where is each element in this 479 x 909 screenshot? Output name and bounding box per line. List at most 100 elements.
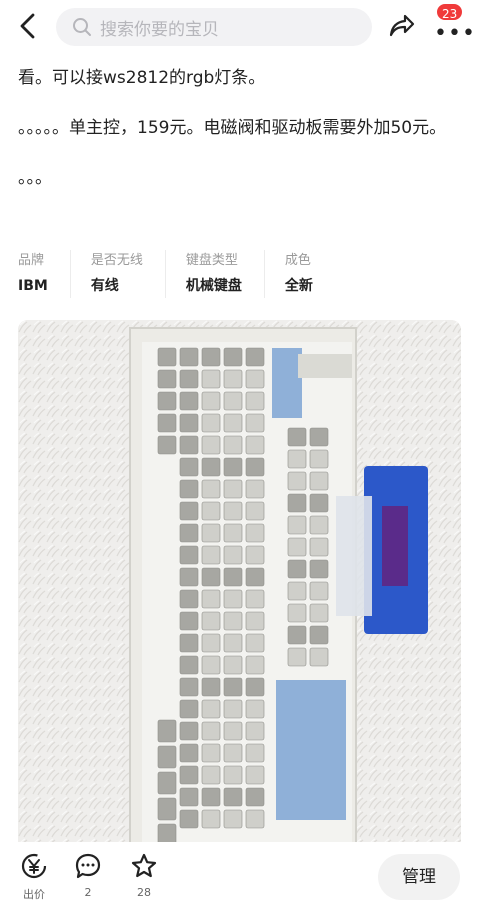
keycap bbox=[179, 457, 199, 477]
keycap bbox=[201, 809, 221, 829]
keycap bbox=[179, 567, 199, 587]
keycap bbox=[201, 545, 221, 565]
keycap bbox=[179, 677, 199, 697]
keycap bbox=[245, 369, 265, 389]
keycap bbox=[287, 581, 307, 601]
attribute-key: 键盘类型 bbox=[185, 253, 238, 268]
keycap bbox=[179, 545, 199, 565]
favorite-button[interactable]: 28 bbox=[124, 852, 164, 899]
keycap bbox=[179, 413, 199, 433]
keycap bbox=[223, 479, 243, 499]
keycap bbox=[223, 435, 243, 455]
item-attributes: 品牌 IBM 是否无线 有线 键盘类型 机械键盘 成色 全新 bbox=[18, 250, 355, 300]
yen-offer-icon bbox=[21, 853, 47, 879]
keycap bbox=[245, 655, 265, 675]
keycap bbox=[223, 391, 243, 411]
search-input[interactable]: 搜索你要的宝贝 bbox=[56, 8, 372, 46]
more-icon: ••• bbox=[434, 21, 476, 46]
keycap bbox=[157, 391, 177, 411]
keycap bbox=[201, 765, 221, 785]
keycap bbox=[201, 391, 221, 411]
keycap bbox=[245, 765, 265, 785]
product-photo[interactable] bbox=[18, 320, 461, 880]
keycap bbox=[245, 787, 265, 807]
keycap bbox=[309, 471, 329, 491]
keycap bbox=[179, 743, 199, 763]
attribute-value: 有线 bbox=[90, 278, 119, 294]
keycap bbox=[223, 787, 243, 807]
mounting-rail bbox=[298, 354, 352, 378]
keycap bbox=[309, 515, 329, 535]
star-icon bbox=[131, 853, 157, 878]
keycap bbox=[179, 435, 199, 455]
attribute-value: 机械键盘 bbox=[185, 278, 242, 294]
keycap bbox=[201, 479, 221, 499]
manage-button[interactable]: 管理 bbox=[378, 854, 460, 900]
chevron-left-icon bbox=[20, 13, 35, 39]
keycap bbox=[309, 493, 329, 513]
keycap bbox=[245, 435, 265, 455]
attribute-key: 成色 bbox=[284, 253, 311, 268]
keycap bbox=[309, 603, 329, 623]
keycap bbox=[245, 743, 265, 763]
keycap bbox=[309, 427, 329, 447]
keycap bbox=[245, 413, 265, 433]
description-line-1: 看。可以接ws2812的rgb灯条。 bbox=[18, 68, 266, 88]
back-button[interactable] bbox=[12, 8, 44, 44]
keycap bbox=[245, 633, 265, 653]
keycap bbox=[287, 449, 307, 469]
attribute-value: 全新 bbox=[284, 278, 313, 294]
favorite-count: 28 bbox=[137, 886, 151, 899]
comment-button[interactable]: 2 bbox=[68, 852, 108, 899]
keycap bbox=[223, 655, 243, 675]
offer-button[interactable]: 出价 bbox=[14, 852, 54, 902]
keycap bbox=[245, 721, 265, 741]
keycap bbox=[179, 611, 199, 631]
solenoid-strip bbox=[272, 348, 302, 418]
keycap bbox=[201, 347, 221, 367]
keycap bbox=[201, 457, 221, 477]
top-bar: 搜索你要的宝贝 ••• 23 bbox=[0, 0, 479, 52]
keycap bbox=[157, 719, 177, 743]
attribute-condition: 成色 全新 bbox=[285, 250, 335, 298]
keycap bbox=[287, 603, 307, 623]
keycap bbox=[179, 369, 199, 389]
keycap bbox=[201, 611, 221, 631]
keycap bbox=[245, 611, 265, 631]
keycap bbox=[179, 809, 199, 829]
keycap bbox=[201, 413, 221, 433]
attribute-brand: 品牌 IBM bbox=[18, 250, 71, 298]
keycap bbox=[245, 457, 265, 477]
keycap bbox=[201, 369, 221, 389]
keycap bbox=[223, 809, 243, 829]
keycap bbox=[201, 787, 221, 807]
keycap bbox=[223, 633, 243, 653]
more-button[interactable]: ••• 23 bbox=[430, 2, 475, 45]
keycap bbox=[223, 457, 243, 477]
keycap bbox=[157, 369, 177, 389]
keycap bbox=[223, 369, 243, 389]
controller-chip bbox=[382, 506, 408, 586]
share-button[interactable] bbox=[386, 10, 418, 42]
keycap bbox=[245, 699, 265, 719]
attribute-value: IBM bbox=[18, 278, 48, 294]
keycap bbox=[287, 515, 307, 535]
share-icon bbox=[389, 14, 415, 37]
keycap bbox=[309, 537, 329, 557]
keycap bbox=[287, 427, 307, 447]
keycap bbox=[223, 523, 243, 543]
keycap bbox=[245, 501, 265, 521]
keycap bbox=[201, 743, 221, 763]
keycap bbox=[287, 647, 307, 667]
keycap bbox=[287, 471, 307, 491]
search-icon bbox=[73, 18, 91, 36]
keycap bbox=[223, 743, 243, 763]
keycap bbox=[179, 501, 199, 521]
keycap bbox=[157, 745, 177, 769]
attribute-key: 品牌 bbox=[18, 253, 45, 268]
keycap bbox=[157, 347, 177, 367]
keycap bbox=[179, 765, 199, 785]
item-description: 看。可以接ws2812的rgb灯条。 。。。。。单主控，159元。电磁阀和驱动板… bbox=[18, 62, 468, 212]
keycap bbox=[245, 479, 265, 499]
keycap bbox=[223, 501, 243, 521]
